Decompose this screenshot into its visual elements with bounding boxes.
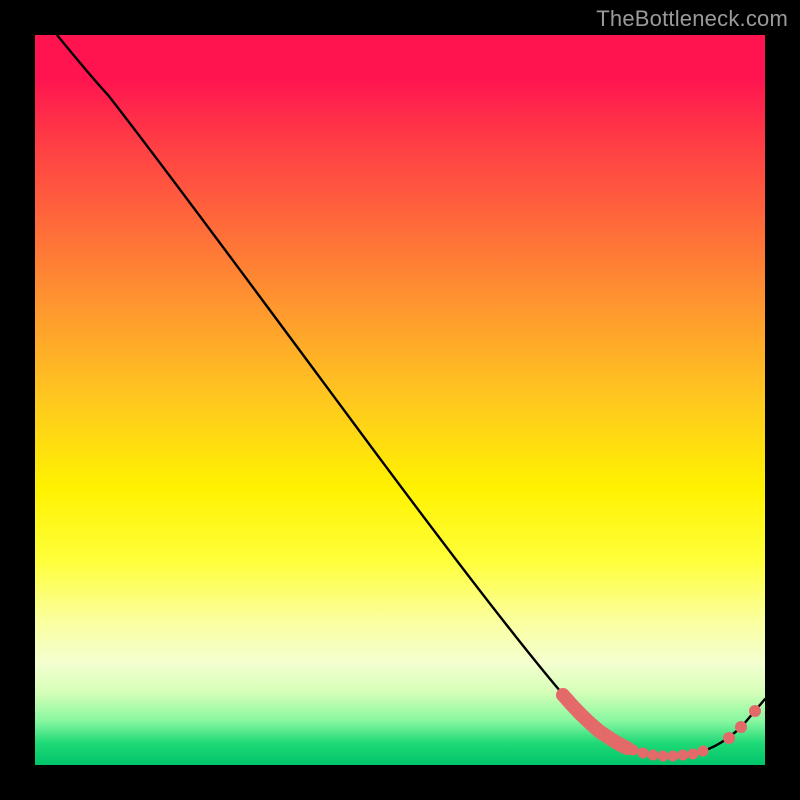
marker-cluster-bottom — [628, 745, 709, 762]
chart-frame: TheBottleneck.com — [0, 0, 800, 800]
marker-cluster-right — [723, 705, 761, 744]
chart-plot-area — [35, 35, 765, 765]
watermark-label: TheBottleneck.com — [596, 6, 788, 32]
marker-cluster-left — [563, 695, 627, 748]
chart-svg — [35, 35, 765, 765]
curve-path — [57, 35, 765, 756]
